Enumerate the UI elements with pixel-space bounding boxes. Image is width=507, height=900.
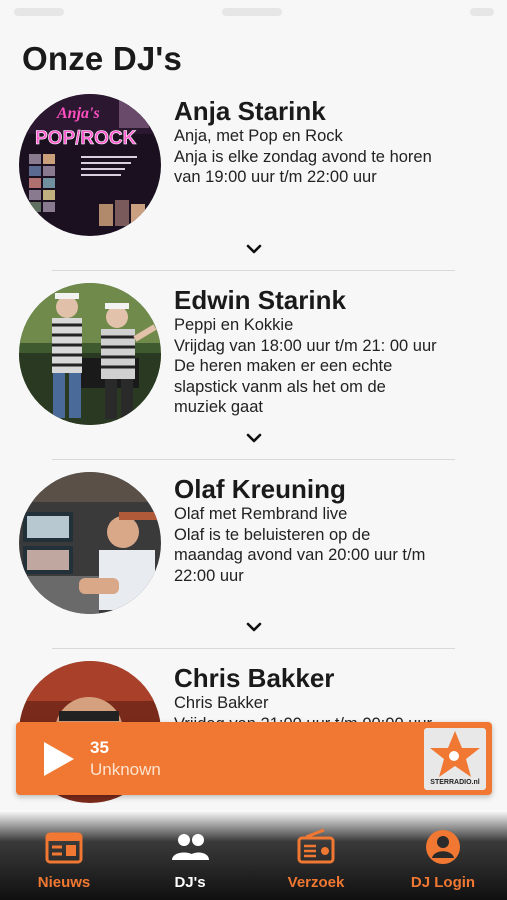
avatar-caption: Anja's <box>56 105 100 122</box>
mini-player[interactable]: 35 Unknown STERRADIO.nl <box>16 722 492 795</box>
user-circle-icon <box>426 830 460 864</box>
dj-avatar <box>19 283 161 425</box>
dj-name: Anja Starink <box>174 96 326 126</box>
tab-nieuws[interactable]: Nieuws <box>14 828 114 891</box>
tab-label: DJ's <box>174 874 206 891</box>
dj-text-line: Vrijdag van 18:00 uur t/m 21: 00 uur <box>174 336 437 355</box>
newspaper-icon <box>45 832 83 864</box>
dj-text-line: Olaf met Rembrand live <box>174 505 348 523</box>
dj-card-edwin[interactable]: Edwin Starink Peppi en Kokkie Vrijdag va… <box>0 281 507 470</box>
track-title: 35 <box>90 738 109 757</box>
dj-name: Olaf Kreuning <box>174 474 346 504</box>
dj-avatar: Anja's POP/ROCK <box>19 94 161 236</box>
dj-text-line: maandag avond van 20:00 uur t/m <box>174 546 426 565</box>
dj-text-line: Peppi en Kokkie <box>174 316 294 334</box>
chevron-down-icon[interactable] <box>243 242 265 256</box>
dj-text-line: Anja is elke zondag avond te horen <box>174 147 432 166</box>
dj-text-line: Anja, met Pop en Rock <box>174 127 343 145</box>
dj-text-line: Olaf is te beluisteren op de <box>174 525 371 544</box>
avatar-sign: POP/ROCK <box>35 128 137 149</box>
chevron-down-icon[interactable] <box>243 431 265 445</box>
dj-text-line: van 19:00 uur t/m 22:00 uur <box>174 168 377 187</box>
dj-text-line: 22:00 uur <box>174 566 244 585</box>
dj-avatar <box>19 472 161 614</box>
page-title: Onze DJ's <box>22 40 183 77</box>
divider <box>52 648 455 649</box>
tab-label: Verzoek <box>287 874 345 891</box>
play-icon[interactable] <box>40 740 76 778</box>
dj-description: Anja, met Pop en Rock Anja is elke zonda… <box>174 126 474 188</box>
divider <box>52 270 455 271</box>
dj-description: Peppi en Kokkie Vrijdag van 18:00 uur t/… <box>174 315 474 418</box>
dj-name: Chris Bakker <box>174 663 335 693</box>
station-logo: STERRADIO.nl <box>424 728 486 790</box>
radio-icon <box>297 828 335 864</box>
dj-description: Olaf met Rembrand live Olaf is te beluis… <box>174 504 474 586</box>
dj-text-line: muziek gaat <box>174 398 263 417</box>
tab-djs[interactable]: DJ's <box>140 828 240 891</box>
people-icon <box>172 834 209 860</box>
dj-text-line: Chris Bakker <box>174 694 269 712</box>
dj-card-olaf[interactable]: Olaf Kreuning Olaf met Rembrand live Ola… <box>0 470 507 659</box>
chevron-down-icon[interactable] <box>243 620 265 634</box>
dj-text-line: slapstick vanm als het om de <box>174 377 386 396</box>
dj-card-anja[interactable]: Anja's POP/ROCK Anja Starink Anja, met P… <box>0 92 507 281</box>
track-artist: Unknown <box>90 760 161 779</box>
dj-text-line: De heren maken er een echte <box>174 357 393 376</box>
status-bar <box>0 0 507 28</box>
tab-dj-login[interactable]: DJ Login <box>393 828 493 891</box>
station-logo-text: STERRADIO.nl <box>430 779 480 786</box>
divider <box>52 459 455 460</box>
tab-label: Nieuws <box>37 874 91 891</box>
tab-bar: Nieuws DJ's Verzoek DJ Login <box>0 810 507 900</box>
tab-label: DJ Login <box>410 874 476 891</box>
tab-verzoek[interactable]: Verzoek <box>266 828 366 891</box>
dj-name: Edwin Starink <box>174 285 346 315</box>
